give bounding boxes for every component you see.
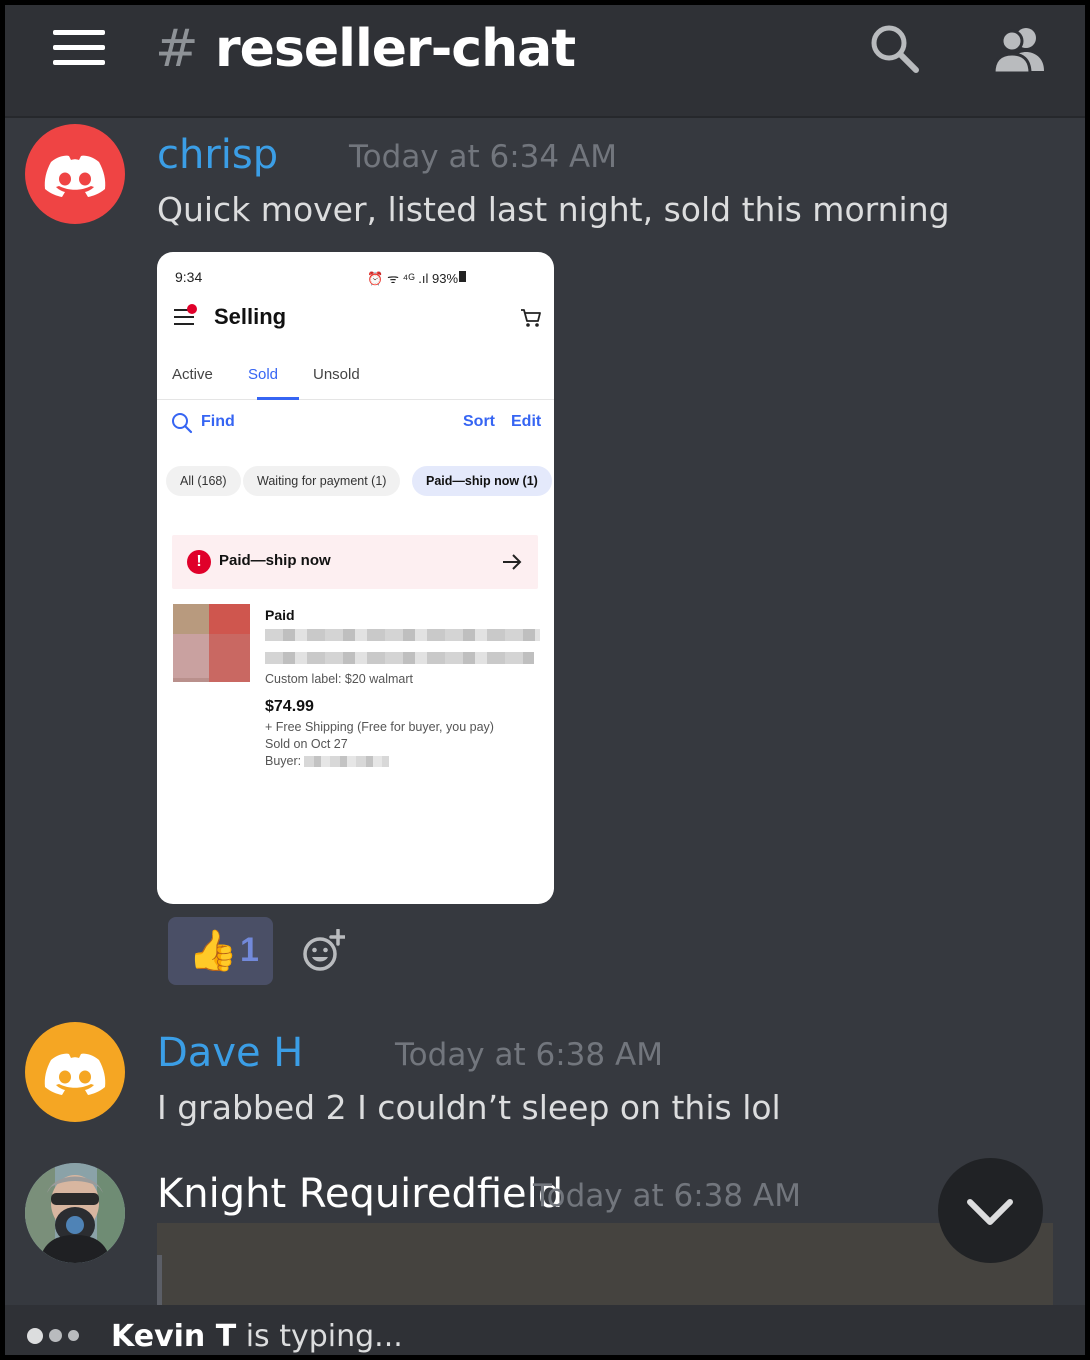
add-reaction-icon[interactable] xyxy=(301,929,345,973)
chevron-down-icon xyxy=(967,1199,1013,1225)
hamburger-menu-icon[interactable] xyxy=(53,30,105,66)
tab-active: Active xyxy=(172,366,213,383)
user-photo-avatar xyxy=(25,1163,125,1263)
author-name[interactable]: chrisp xyxy=(157,132,278,178)
typing-text: Kevin T is typing... xyxy=(111,1319,403,1354)
search-icon xyxy=(172,413,193,434)
custom-label: Custom label: $20 walmart xyxy=(265,672,413,686)
app-frame: # reseller-chat chrisp Today at 6:34 AM … xyxy=(5,5,1085,1355)
image-attachment[interactable]: 9:34 ⏰ ᯤ ⁴ᴳ .ıl 93% Selling Active Sold … xyxy=(157,252,554,904)
redacted-title-line xyxy=(265,652,534,664)
notification-dot-icon xyxy=(187,304,197,314)
typing-user: Kevin T xyxy=(111,1319,237,1354)
author-name[interactable]: Knight Requiredfield xyxy=(157,1171,563,1217)
cart-icon xyxy=(521,309,541,327)
item-thumbnail xyxy=(173,604,250,682)
timestamp: Today at 6:38 AM xyxy=(533,1178,801,1214)
screen-title: Selling xyxy=(214,304,287,329)
tab-sold: Sold xyxy=(248,366,279,383)
timestamp: Today at 6:34 AM xyxy=(349,139,617,175)
item-price: $74.99 xyxy=(265,698,314,715)
thumbs-up-icon: 👍 xyxy=(188,929,238,973)
message-text: I grabbed 2 I couldn’t sleep on this lol xyxy=(157,1088,781,1127)
reaction-thumbs-up[interactable]: 👍 1 xyxy=(168,917,273,985)
sold-date: Sold on Oct 27 xyxy=(265,737,348,751)
members-icon[interactable] xyxy=(990,21,1050,77)
typing-dots-icon xyxy=(27,1327,85,1345)
typing-suffix: is typing... xyxy=(236,1319,403,1354)
reaction-count: 1 xyxy=(240,931,259,969)
tab-indicator xyxy=(257,397,299,400)
typing-indicator: Kevin T is typing... xyxy=(5,1305,1085,1355)
find-link: Find xyxy=(201,413,235,430)
redacted-title-line xyxy=(265,629,540,641)
avatar[interactable] xyxy=(25,1022,125,1122)
discord-logo-icon xyxy=(44,155,106,197)
edit-link: Edit xyxy=(511,413,542,430)
filter-chip-waiting: Waiting for payment (1) xyxy=(243,466,401,496)
paid-ship-banner: ! Paid—ship now xyxy=(172,535,538,589)
alert-icon: ! xyxy=(187,550,211,574)
redacted-buyer xyxy=(304,756,389,767)
arrow-right-icon xyxy=(503,554,522,570)
status-icons: ⏰ ᯤ ⁴ᴳ .ıl 93% xyxy=(367,271,458,286)
buyer-label: Buyer: xyxy=(265,754,302,768)
jump-to-bottom-button[interactable] xyxy=(938,1158,1043,1263)
avatar[interactable] xyxy=(25,1163,125,1263)
shipping-info: + Free Shipping (Free for buyer, you pay… xyxy=(265,720,494,734)
sort-link: Sort xyxy=(463,413,495,430)
selling-tabs: Active Sold Unsold xyxy=(157,360,554,400)
tab-unsold: Unsold xyxy=(313,366,360,383)
avatar[interactable] xyxy=(25,124,125,224)
channel-hash-icon: # xyxy=(155,19,199,79)
channel-header: # reseller-chat xyxy=(5,5,1085,118)
timestamp: Today at 6:38 AM xyxy=(395,1037,663,1073)
battery-icon xyxy=(459,271,466,282)
discord-logo-icon xyxy=(44,1053,106,1095)
filter-chip-all: All (168) xyxy=(166,466,241,496)
filter-chip-paid: Paid—ship now (1) xyxy=(412,466,552,496)
message-text: Quick mover, listed last night, sold thi… xyxy=(157,190,950,229)
status-time: 9:34 xyxy=(175,269,203,285)
item-status: Paid xyxy=(265,607,295,623)
channel-title: reseller-chat xyxy=(215,19,576,79)
banner-text: Paid—ship now xyxy=(219,552,331,569)
author-name[interactable]: Dave H xyxy=(157,1030,303,1076)
search-icon[interactable] xyxy=(867,21,923,77)
